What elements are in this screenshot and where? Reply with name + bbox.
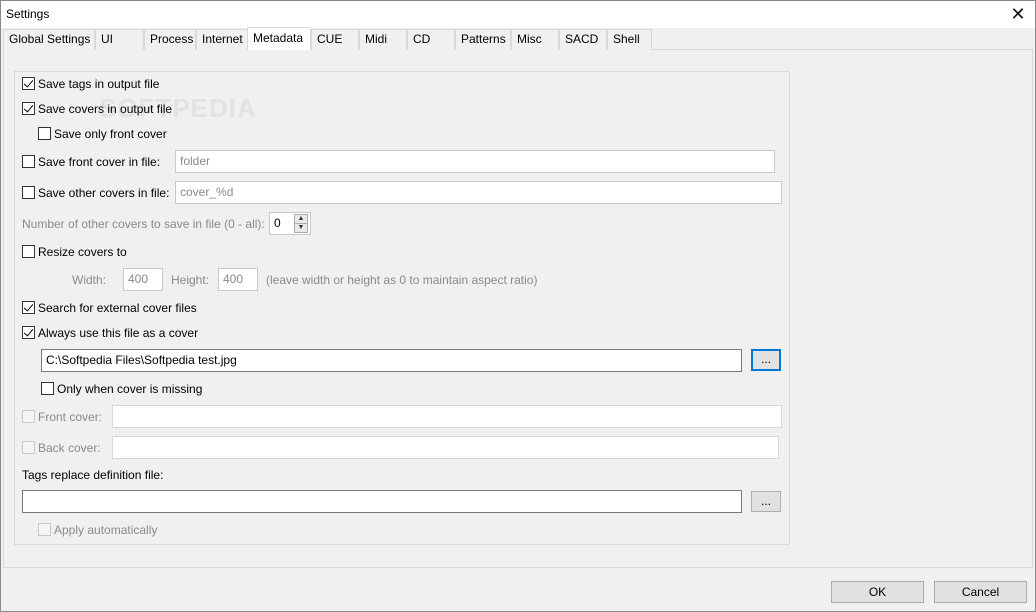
- back-cover-checkbox[interactable]: [22, 441, 35, 454]
- tab-strip: Global Settings UI Process Internet Meta…: [3, 27, 1033, 51]
- save-other-covers-file-label: Save other covers in file:: [38, 186, 170, 200]
- window-title: Settings: [6, 7, 50, 21]
- only-when-missing-checkbox[interactable]: [41, 382, 54, 395]
- search-external-label: Search for external cover files: [38, 301, 197, 315]
- cover-path-input[interactable]: C:\Softpedia Files\Softpedia test.jpg: [41, 349, 742, 372]
- search-external-checkbox[interactable]: [22, 301, 35, 314]
- save-only-front-label: Save only front cover: [54, 127, 167, 141]
- apply-automatically-checkbox[interactable]: [38, 523, 51, 536]
- apply-automatically-label: Apply automatically: [54, 523, 158, 537]
- save-front-cover-file-checkbox[interactable]: [22, 155, 35, 168]
- tab-cue[interactable]: CUE: [311, 29, 359, 50]
- width-label: Width:: [72, 273, 107, 287]
- other-covers-filename-input[interactable]: cover_%d: [175, 181, 782, 204]
- spin-down-icon[interactable]: ▼: [294, 223, 308, 233]
- tags-replace-label: Tags replace definition file:: [22, 468, 164, 482]
- tab-internet[interactable]: Internet: [196, 29, 249, 50]
- tab-global-settings[interactable]: Global Settings: [3, 29, 95, 50]
- browse-tags-button[interactable]: ...: [751, 491, 781, 512]
- title-bar: Settings ✕: [1, 1, 1035, 28]
- resize-covers-checkbox[interactable]: [22, 245, 35, 258]
- save-tags-label: Save tags in output file: [38, 77, 160, 91]
- settings-window: Settings ✕ Global Settings UI Process In…: [0, 0, 1036, 612]
- always-use-file-label: Always use this file as a cover: [38, 326, 199, 340]
- width-input[interactable]: 400: [123, 268, 163, 291]
- tab-process[interactable]: Process: [144, 29, 196, 50]
- front-cover-label: Front cover:: [38, 410, 103, 424]
- num-other-covers-label: Number of other covers to save in file (…: [22, 217, 265, 231]
- tab-sacd[interactable]: SACD: [559, 29, 607, 50]
- save-tags-checkbox[interactable]: [22, 77, 35, 90]
- back-cover-label: Back cover:: [38, 441, 101, 455]
- cancel-button[interactable]: Cancel: [934, 581, 1027, 603]
- height-label: Height:: [171, 273, 210, 287]
- height-input[interactable]: 400: [218, 268, 258, 291]
- browse-cover-button[interactable]: ...: [751, 349, 781, 371]
- resize-hint: (leave width or height as 0 to maintain …: [266, 273, 538, 287]
- tab-midi[interactable]: Midi: [359, 29, 407, 50]
- tab-shell[interactable]: Shell: [607, 29, 652, 50]
- tags-replace-input[interactable]: [22, 490, 742, 513]
- save-covers-label: Save covers in output file: [38, 102, 173, 116]
- save-other-covers-file-checkbox[interactable]: [22, 186, 35, 199]
- front-cover-filename-input[interactable]: folder: [175, 150, 775, 173]
- tab-misc[interactable]: Misc: [511, 29, 559, 50]
- ok-button[interactable]: OK: [831, 581, 924, 603]
- save-covers-checkbox[interactable]: [22, 102, 35, 115]
- save-front-cover-file-label: Save front cover in file:: [38, 155, 161, 169]
- always-use-file-checkbox[interactable]: [22, 326, 35, 339]
- tab-ui[interactable]: UI: [95, 29, 144, 50]
- save-only-front-checkbox[interactable]: [38, 127, 51, 140]
- tab-cd[interactable]: CD: [407, 29, 455, 50]
- tab-patterns[interactable]: Patterns: [455, 29, 511, 50]
- front-cover-input[interactable]: [112, 405, 782, 428]
- front-cover-checkbox[interactable]: [22, 410, 35, 423]
- only-when-missing-label: Only when cover is missing: [57, 382, 203, 396]
- back-cover-input[interactable]: [112, 436, 779, 459]
- resize-covers-label: Resize covers to: [38, 245, 127, 259]
- tab-metadata[interactable]: Metadata: [247, 27, 311, 51]
- close-icon[interactable]: ✕: [1001, 1, 1035, 28]
